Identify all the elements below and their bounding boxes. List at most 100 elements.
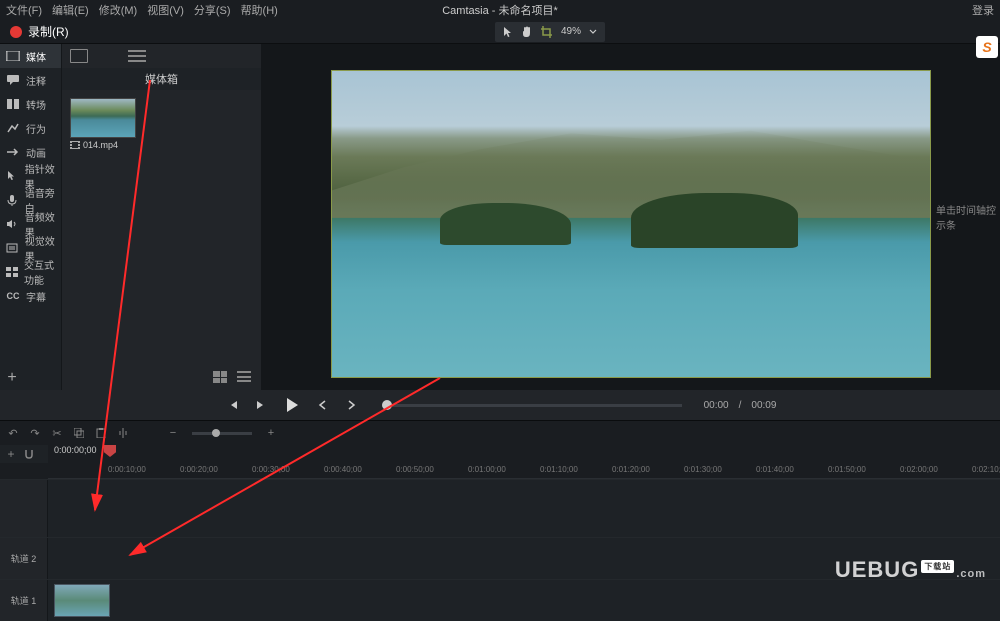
timeline-clip[interactable]: 01 xyxy=(54,584,110,617)
redo-button[interactable]: ↷ xyxy=(28,426,42,440)
nav-annotations-label: 注释 xyxy=(26,73,46,88)
split-button[interactable] xyxy=(116,426,130,440)
time-total: 00:09 xyxy=(751,400,776,411)
track-empty-body[interactable] xyxy=(48,480,1000,537)
left-nav: 媒体 注释 转场 行为 动画 指针效果 语音旁白 音频效果 xyxy=(0,44,62,390)
playhead-icon[interactable] xyxy=(104,445,116,457)
nav-captions[interactable]: CC 字幕 xyxy=(0,284,61,308)
prev-frame-button[interactable] xyxy=(224,396,242,414)
nav-interactive[interactable]: 交互式功能 xyxy=(0,260,61,284)
timeline-time-header[interactable]: 0:00:00;00 xyxy=(48,445,1000,463)
track-row-empty xyxy=(0,479,1000,537)
nav-annotations[interactable]: 注释 xyxy=(0,68,61,92)
watermark-text: UEBUG xyxy=(835,557,919,583)
list-view-button[interactable] xyxy=(237,371,253,385)
ruler-body[interactable]: 0:00:10;000:00:20;000:00:30;000:00:40;00… xyxy=(48,463,1000,479)
menu-file[interactable]: 文件(F) xyxy=(6,2,42,18)
playback-slider-thumb[interactable] xyxy=(382,400,392,410)
watermark: UEBUG 下载站 .com xyxy=(835,557,986,583)
login-link[interactable]: 登录 xyxy=(972,2,994,18)
track-row-1: 轨道 1 01 xyxy=(0,579,1000,621)
nav-transitions[interactable]: 转场 xyxy=(0,92,61,116)
canvas-tools: 49% xyxy=(495,22,605,42)
step-forward-button[interactable] xyxy=(342,396,360,414)
hand-tool-icon[interactable] xyxy=(521,26,533,38)
ruler-mark: 0:01:00;00 xyxy=(468,465,506,474)
visual-icon xyxy=(6,241,19,255)
next-frame-button[interactable] xyxy=(252,396,270,414)
zoom-percent[interactable]: 49% xyxy=(561,26,581,37)
track-magnet-icon[interactable] xyxy=(22,447,36,461)
undo-button[interactable]: ↶ xyxy=(6,426,20,440)
bin-tab-library-icon[interactable] xyxy=(128,50,146,62)
copy-button[interactable] xyxy=(72,426,86,440)
step-back-button[interactable] xyxy=(314,396,332,414)
paste-button[interactable] xyxy=(94,426,108,440)
track-1-label[interactable]: 轨道 1 xyxy=(0,580,48,621)
cursor-effects-icon xyxy=(6,169,19,183)
ime-badge: S xyxy=(976,36,998,58)
canvas-area: 单击时间轴控示条 xyxy=(262,44,1000,390)
ruler-mark: 0:00:50;00 xyxy=(396,465,434,474)
menu-bar: 文件(F) 编辑(E) 修改(M) 视图(V) 分享(S) 帮助(H) Camt… xyxy=(0,0,1000,20)
play-button[interactable] xyxy=(280,393,304,417)
timeline-zoom-thumb[interactable] xyxy=(212,429,220,437)
tracks-header-controls: + xyxy=(0,445,48,463)
grid-view-button[interactable] xyxy=(213,371,229,385)
timeline-zoom-slider[interactable] xyxy=(192,432,252,435)
ruler-mark: 0:00:10;00 xyxy=(108,465,146,474)
bin-body[interactable]: 014.mp4 xyxy=(62,90,261,366)
ruler-mark: 0:01:20;00 xyxy=(612,465,650,474)
menu-help[interactable]: 帮助(H) xyxy=(241,2,278,18)
media-clip[interactable]: 014.mp4 xyxy=(70,98,136,150)
watermark-badge: 下载站 xyxy=(921,560,954,573)
playback-slider[interactable] xyxy=(382,404,682,407)
nav-interactive-label: 交互式功能 xyxy=(24,257,61,287)
bin-tabs xyxy=(62,44,261,68)
crop-tool-icon[interactable] xyxy=(541,26,553,38)
menu-modify[interactable]: 修改(M) xyxy=(99,2,138,18)
ruler-mark: 0:00:20;00 xyxy=(180,465,218,474)
record-button[interactable]: 录制(R) xyxy=(0,20,79,43)
bin-header: 媒体箱 xyxy=(62,68,261,90)
nav-behaviors[interactable]: 行为 xyxy=(0,116,61,140)
track-empty-label xyxy=(0,480,48,537)
ime-icon: S xyxy=(982,39,991,55)
nav-captions-label: 字幕 xyxy=(26,289,46,304)
timeline-tracks: 轨道 2 轨道 1 01 xyxy=(0,479,1000,621)
behaviors-icon xyxy=(6,121,20,135)
canvas-frame[interactable] xyxy=(331,70,931,378)
voice-icon xyxy=(6,193,19,207)
nav-media[interactable]: 媒体 xyxy=(0,44,61,68)
playback-bar: 00:00 / 00:09 xyxy=(0,390,1000,420)
transitions-icon xyxy=(6,97,20,111)
watermark-domain: .com xyxy=(956,568,986,580)
clip-label-row: 014.mp4 xyxy=(70,140,136,150)
cut-button[interactable]: ✂ xyxy=(50,426,64,440)
film-icon xyxy=(70,141,80,149)
menu-share[interactable]: 分享(S) xyxy=(194,2,231,18)
toolbar: 录制(R) 49% xyxy=(0,20,1000,44)
zoom-dropdown-icon[interactable] xyxy=(589,29,597,35)
menu-edit[interactable]: 编辑(E) xyxy=(52,2,89,18)
ruler-mark: 0:02:10;00 xyxy=(972,465,1000,474)
record-icon xyxy=(10,26,22,38)
ruler-mark: 0:01:30;00 xyxy=(684,465,722,474)
nav-add-button[interactable]: + xyxy=(0,366,24,390)
audio-icon xyxy=(6,217,19,231)
nav-behaviors-label: 行为 xyxy=(26,121,46,136)
menu-view[interactable]: 视图(V) xyxy=(147,2,184,18)
bin-tab-clip-icon[interactable] xyxy=(70,49,88,63)
zoom-in-button[interactable]: + xyxy=(264,426,278,440)
canvas-stage[interactable] xyxy=(262,44,1000,390)
annotations-icon xyxy=(6,73,20,87)
cursor-tool-icon[interactable] xyxy=(503,26,513,38)
zoom-out-button[interactable]: − xyxy=(166,426,180,440)
track-1-body[interactable]: 01 xyxy=(48,580,1000,621)
clip-filename: 014.mp4 xyxy=(83,140,118,150)
timeline-ruler[interactable]: 0:00:10;000:00:20;000:00:30;000:00:40;00… xyxy=(0,463,1000,479)
nav-transitions-label: 转场 xyxy=(26,97,46,112)
track-2-label[interactable]: 轨道 2 xyxy=(0,538,48,579)
nav-media-label: 媒体 xyxy=(26,49,46,64)
add-track-button[interactable]: + xyxy=(4,447,18,461)
